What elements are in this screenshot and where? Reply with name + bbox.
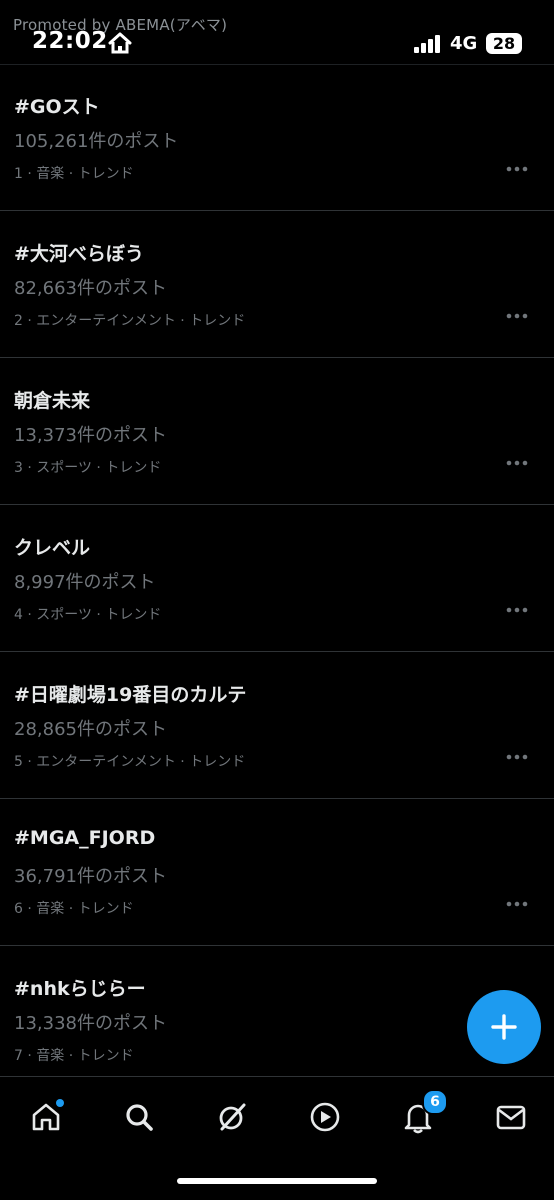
nav-home[interactable] [24,1095,68,1139]
trend-post-count: 8,997件のポスト [14,572,156,593]
more-options-icon[interactable] [506,607,528,613]
nav-grok[interactable] [210,1095,254,1139]
status-time: 22:02 [32,28,108,54]
trend-post-count: 82,663件のポスト [14,278,167,299]
trend-item[interactable]: #日曜劇場19番目のカルテ 28,865件のポスト 5 · エンターテインメント… [0,652,554,799]
trend-item[interactable]: クレベル 8,997件のポスト 4 · スポーツ · トレンド [0,505,554,652]
trend-meta: 4 · スポーツ · トレンド [14,607,162,623]
trend-meta: 5 · エンターテインメント · トレンド [14,754,246,770]
trend-post-count: 36,791件のポスト [14,866,167,887]
trend-item[interactable]: #GOスト 105,261件のポスト 1 · 音楽 · トレンド [0,64,554,211]
more-options-icon[interactable] [506,754,528,760]
grok-icon [219,1103,246,1131]
trend-title: #MGA_FJORD [14,827,156,849]
trend-meta: 7 · 音楽 · トレンド [14,1048,134,1064]
more-options-icon[interactable] [506,166,528,172]
trend-meta: 6 · 音楽 · トレンド [14,901,134,917]
signal-icon [414,35,440,53]
home-indicator [177,1178,377,1184]
compose-button[interactable] [467,990,541,1064]
trend-meta: 1 · 音楽 · トレンド [14,166,134,182]
nav-video[interactable] [303,1095,347,1139]
network-type: 4G [450,33,478,54]
trend-post-count: 28,865件のポスト [14,719,167,740]
trend-item[interactable]: #MGA_FJORD 36,791件のポスト 6 · 音楽 · トレンド [0,799,554,946]
plus-icon [491,1014,517,1040]
home-status-icon [108,32,132,54]
trend-post-count: 13,373件のポスト [14,425,167,446]
more-options-icon[interactable] [506,313,528,319]
trend-meta: 2 · エンターテインメント · トレンド [14,313,246,329]
trend-meta: 3 · スポーツ · トレンド [14,460,162,476]
trend-title: #大河べらぼう [14,243,144,265]
trend-title: #日曜劇場19番目のカルテ [14,684,247,706]
more-options-icon[interactable] [506,901,528,907]
trend-title: 朝倉未来 [14,390,91,412]
nav-messages[interactable] [489,1095,533,1139]
trend-post-count: 105,261件のポスト [14,131,179,152]
messages-icon [496,1105,526,1130]
trend-list: #GOスト 105,261件のポスト 1 · 音楽 · トレンド #大河べらぼう… [0,64,554,1093]
video-icon [310,1102,340,1132]
search-icon [126,1104,153,1131]
more-options-icon[interactable] [506,460,528,466]
trend-post-count: 13,338件のポスト [14,1013,167,1034]
trend-title: クレベル [14,537,91,559]
trend-item[interactable]: 朝倉未来 13,373件のポスト 3 · スポーツ · トレンド [0,358,554,505]
status-bar: Promoted by ABEMA(アベマ) 22:02 4G 28 [0,0,554,64]
trend-title: #GOスト [14,96,100,118]
home-unread-dot [56,1099,64,1107]
battery-indicator: 28 [486,33,522,54]
nav-notifications[interactable]: 6 [396,1089,448,1139]
screen: Promoted by ABEMA(アベマ) 22:02 4G 28 #GOスト… [0,0,554,1200]
nav-search[interactable] [117,1095,161,1139]
trend-title: #nhkらじらー [14,978,146,1000]
notifications-badge: 6 [422,1089,448,1115]
trend-item[interactable]: #大河べらぼう 82,663件のポスト 2 · エンターテインメント · トレン… [0,211,554,358]
